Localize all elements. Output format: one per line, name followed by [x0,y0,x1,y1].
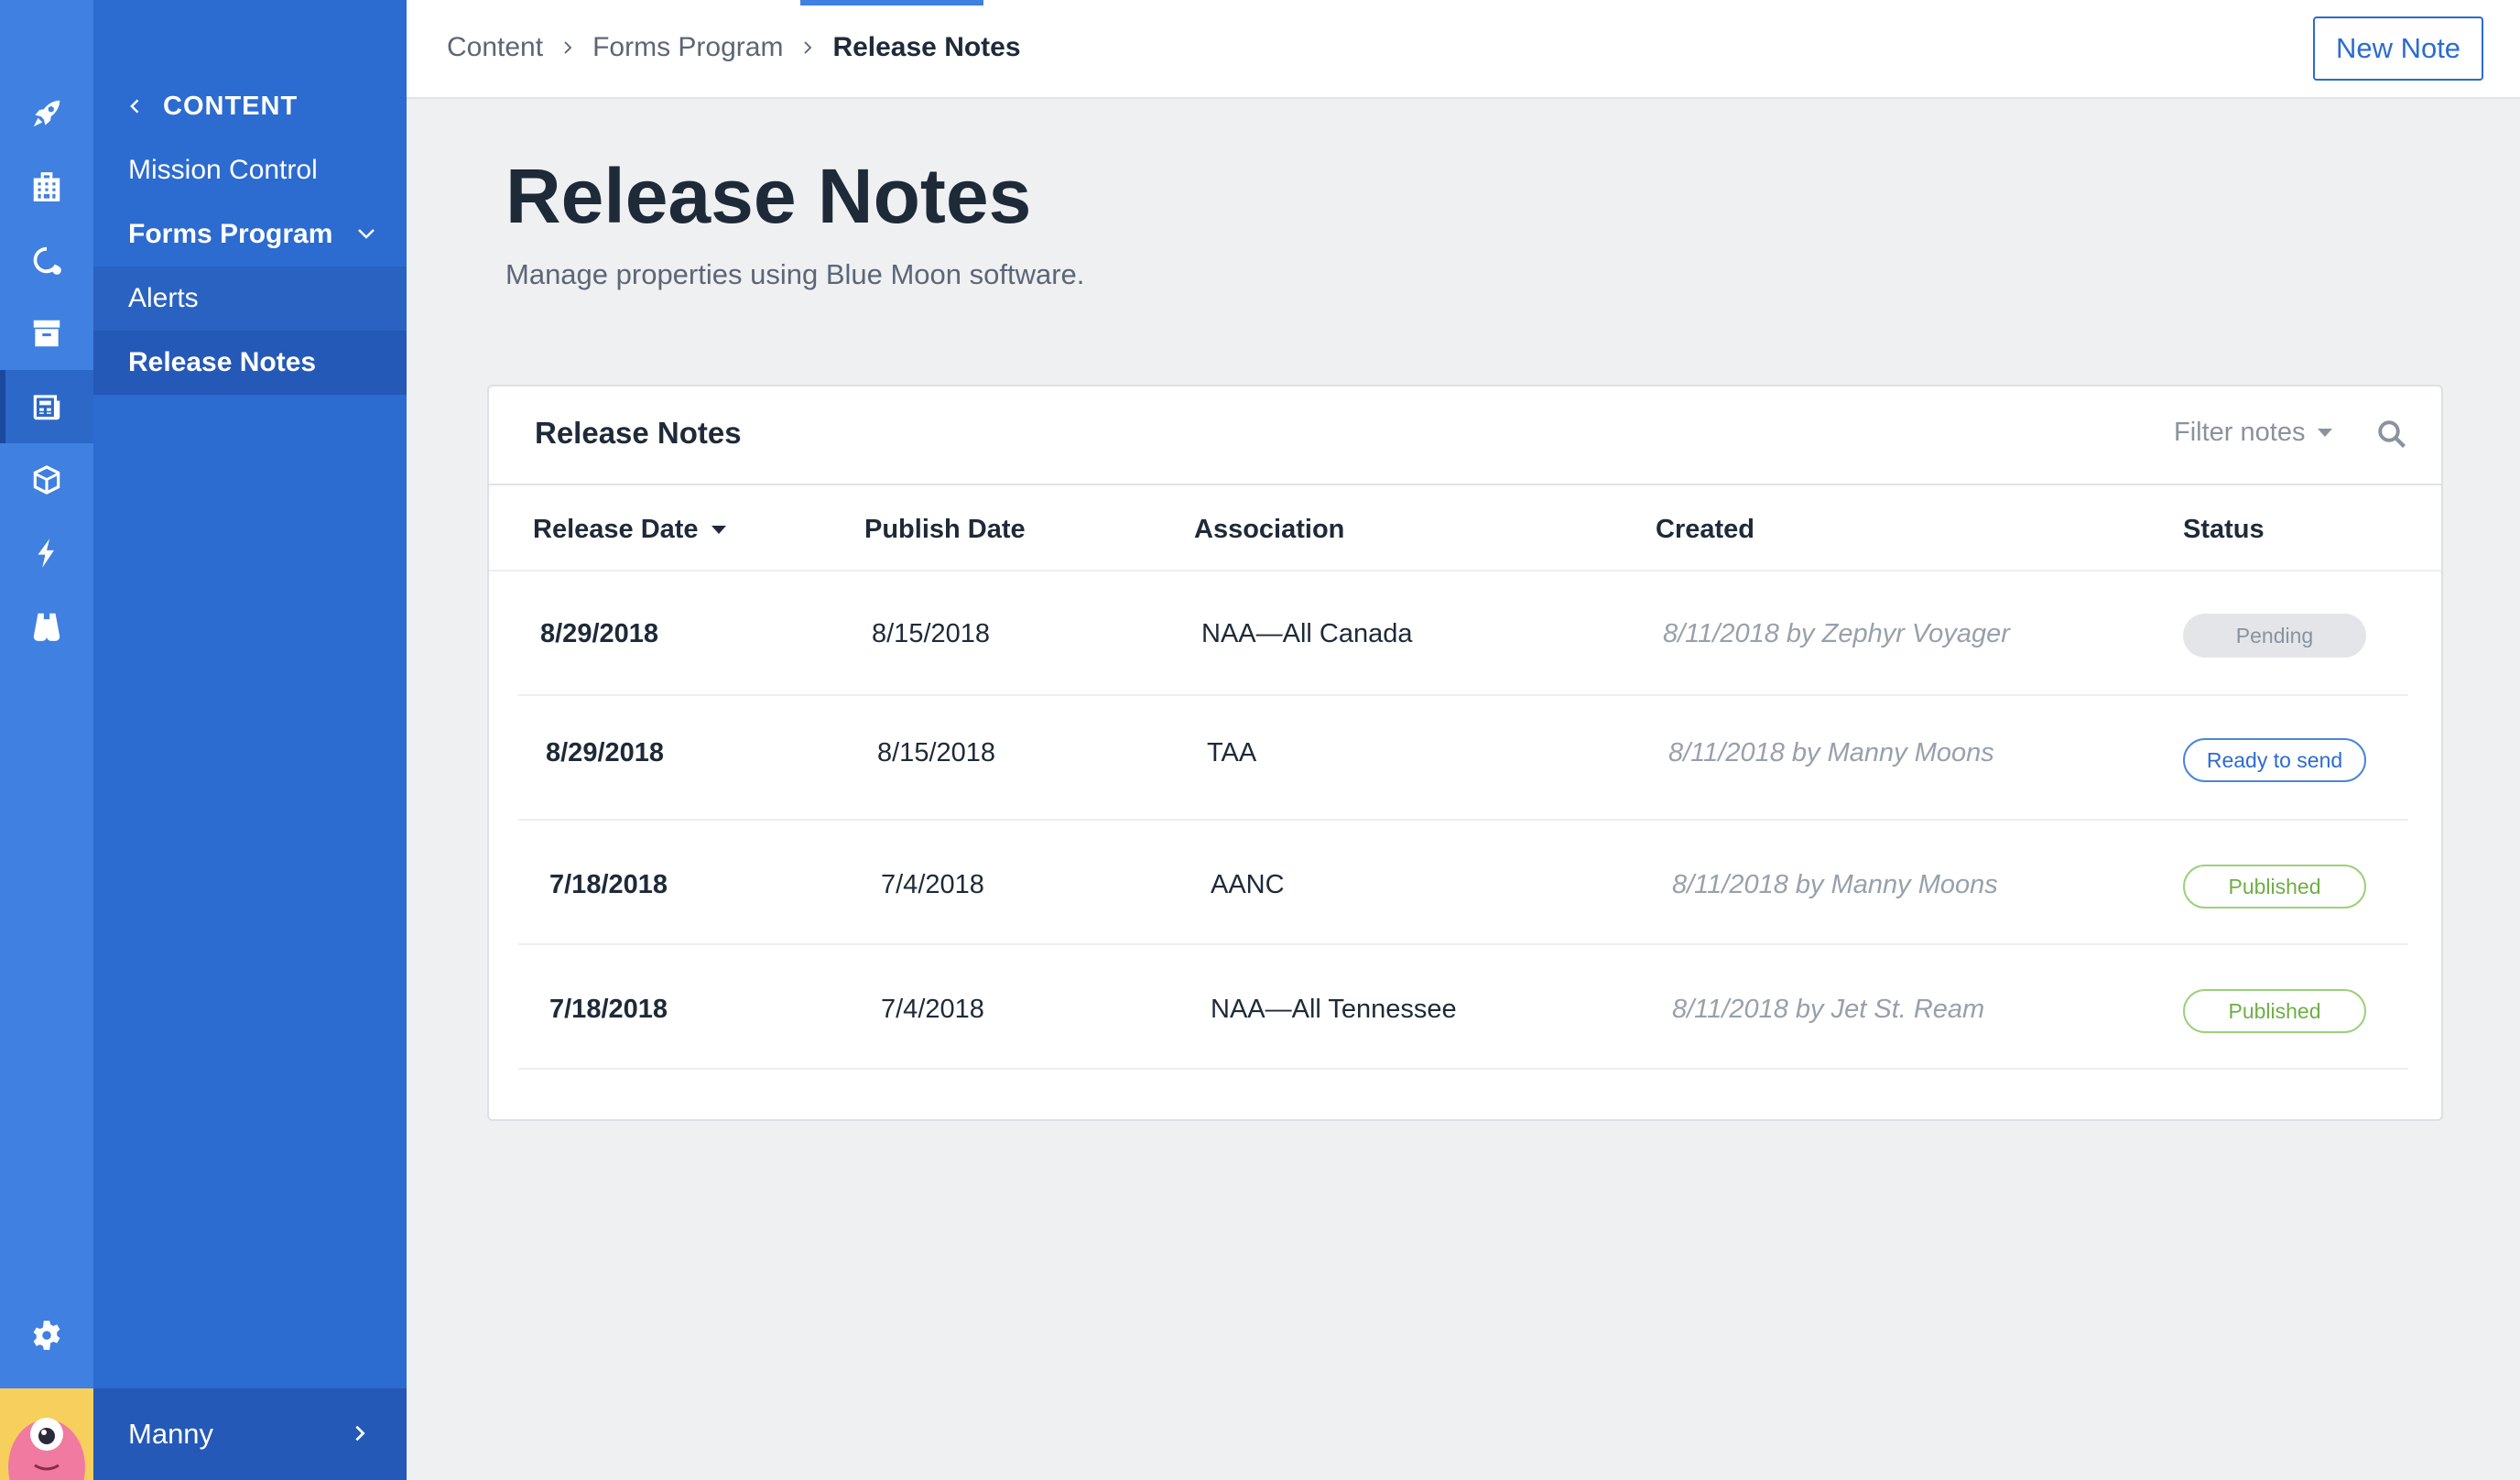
association-cell: NAA—All Tennessee [1211,995,1457,1024]
chevron-right-icon [804,41,812,54]
status-badge: Pending [2183,614,2366,658]
rocket-icon[interactable] [0,77,93,150]
user-name: Manny [128,1418,214,1450]
user-menu[interactable]: Manny [93,1388,407,1480]
chevron-right-icon [564,41,572,54]
nav-item-label: Mission Control [128,155,318,185]
breadcrumb: Content Forms Program Release Notes [447,27,1021,68]
table-row[interactable]: 7/18/2018 7/4/2018 NAA—All Tennessee 8/1… [518,945,2408,1070]
column-header-release-date[interactable]: Release Date [533,515,726,545]
publish-date-cell: 7/4/2018 [881,870,984,899]
column-header-publish-date[interactable]: Publish Date [864,515,1026,545]
icon-rail [0,0,93,1480]
caret-down-icon [2318,429,2333,437]
archive-icon[interactable] [0,297,93,370]
column-header-status[interactable]: Status [2183,515,2265,545]
publish-date-cell: 7/4/2018 [881,995,984,1024]
new-note-button[interactable]: New Note [2313,16,2483,81]
avatar[interactable] [0,1388,93,1480]
association-cell: AANC [1211,870,1285,899]
page-title: Release Notes [505,153,1032,239]
chevron-down-icon [358,229,375,239]
nav-item-label: Alerts [128,283,199,313]
release-date-cell: 7/18/2018 [549,995,668,1024]
created-cell: 8/11/2018 by Manny Moons [1672,870,1998,899]
bolt-icon[interactable] [0,517,93,590]
chevron-left-icon [130,99,139,114]
chevron-right-icon [355,1425,365,1442]
nav-item-label: Release Notes [128,347,317,377]
content-nav: CONTENT Mission Control Forms Program Al… [93,0,407,1480]
building-icon[interactable] [0,150,93,223]
breadcrumb-item[interactable]: Content [447,32,543,63]
active-crumb-indicator [800,0,983,5]
column-label: Created [1656,515,1754,544]
release-date-cell: 8/29/2018 [540,619,659,648]
search-icon[interactable] [2375,418,2408,451]
created-cell: 8/11/2018 by Manny Moons [1668,738,1994,767]
column-header-created[interactable]: Created [1656,515,1754,545]
binoculars-icon[interactable] [0,590,93,663]
nav-item-label: Forms Program [128,219,333,249]
created-cell: 8/11/2018 by Zephyr Voyager [1663,619,2010,648]
created-cell: 8/11/2018 by Jet St. Ream [1672,995,1985,1024]
association-cell: NAA—All Canada [1201,619,1413,648]
nav-item-forms-program[interactable]: Forms Program [93,202,407,267]
column-label: Status [2183,515,2265,544]
release-date-cell: 8/29/2018 [546,738,665,767]
gear-icon[interactable] [0,1299,93,1372]
refresh-icon[interactable] [0,223,93,297]
nav-item-mission-control[interactable]: Mission Control [93,138,407,202]
nav-item-alerts[interactable]: Alerts [93,267,407,331]
card-header: Release Notes Filter notes [489,386,2441,485]
status-badge: Published [2183,989,2366,1033]
table-header: Release Date Publish Date Association Cr… [489,485,2441,571]
column-header-association[interactable]: Association [1194,515,1344,545]
release-notes-card: Release Notes Filter notes Release Date … [487,385,2443,1121]
card-title: Release Notes [535,416,742,450]
cube-icon[interactable] [0,443,93,517]
filter-label: Filter notes [2174,418,2306,447]
filter-dropdown[interactable]: Filter notes [2174,418,2333,448]
nav-back-link[interactable]: CONTENT [126,88,298,125]
nav-back-label: CONTENT [163,91,299,121]
nav-item-release-notes[interactable]: Release Notes [93,331,407,395]
status-badge: Published [2183,865,2366,909]
column-label: Publish Date [864,515,1026,544]
column-label: Association [1194,515,1345,544]
breadcrumb-current: Release Notes [832,32,1021,62]
status-badge: Ready to send [2183,738,2366,782]
table-row[interactable]: 7/18/2018 7/4/2018 AANC 8/11/2018 by Man… [518,821,2408,945]
sort-desc-icon [711,526,726,534]
table-row[interactable]: 8/29/2018 8/15/2018 TAA 8/11/2018 by Man… [518,696,2408,821]
column-label: Release Date [533,515,699,544]
newspaper-icon[interactable] [0,370,93,443]
publish-date-cell: 8/15/2018 [877,738,996,767]
association-cell: TAA [1207,738,1257,767]
release-date-cell: 7/18/2018 [549,870,668,899]
table-row[interactable]: 8/29/2018 8/15/2018 NAA—All Canada 8/11/… [518,571,2408,696]
top-bar: Content Forms Program Release Notes New … [407,0,2520,99]
breadcrumb-item[interactable]: Forms Program [592,32,783,63]
publish-date-cell: 8/15/2018 [872,619,991,648]
page-subtitle: Manage properties using Blue Moon softwa… [505,258,1085,290]
